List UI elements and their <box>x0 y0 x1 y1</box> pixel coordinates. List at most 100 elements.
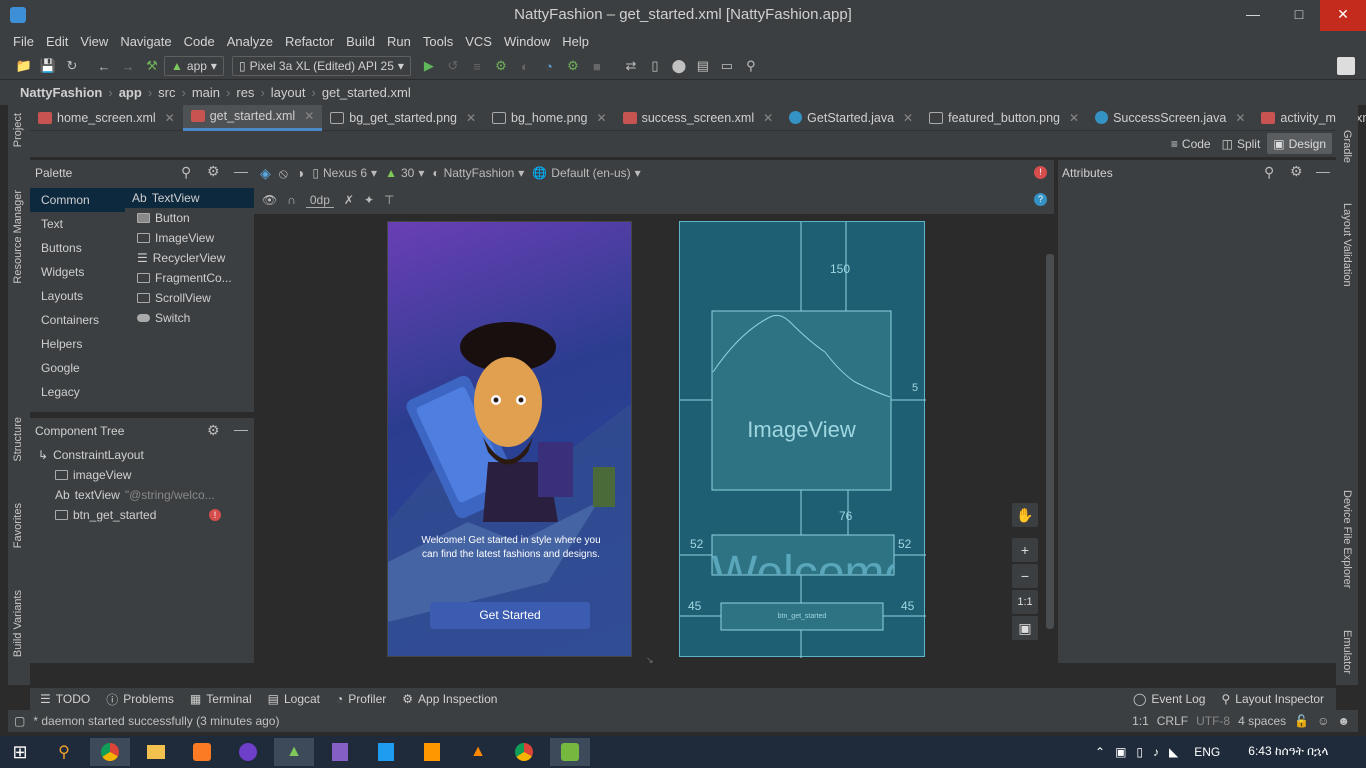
chrome-alt-icon[interactable] <box>504 738 544 766</box>
palette-widget-imageview[interactable]: ImageView <box>125 228 254 248</box>
theme-dropdown[interactable]: ◐ NattyFashion ▾ <box>432 166 524 180</box>
visual-studio-icon[interactable] <box>320 738 360 766</box>
forward-arrow-icon[interactable]: → <box>117 55 139 77</box>
search-icon[interactable]: ⚲ <box>181 164 191 181</box>
palette-widget-scrollview[interactable]: ScrollView <box>125 288 254 308</box>
sync-icon[interactable]: ↻ <box>61 55 83 77</box>
default-margin-field[interactable]: 0dp <box>305 193 334 208</box>
toggle-tool-windows-icon[interactable]: ▢ <box>14 714 25 728</box>
minimize-panel-icon[interactable]: — <box>234 163 248 179</box>
menu-analyze[interactable]: Analyze <box>221 31 279 53</box>
blueprint-view[interactable]: 150 5 ImageView 76 52 52 Welcome 45 45 b… <box>679 221 926 658</box>
help-icon[interactable]: ? <box>1034 193 1047 206</box>
clear-constraints-icon[interactable]: ✗ <box>344 193 354 207</box>
palette-widget-switch[interactable]: Switch <box>125 308 254 328</box>
todo-tool-button[interactable]: ☰ TODO <box>40 692 90 706</box>
breadcrumb-src[interactable]: src <box>155 85 178 100</box>
palette-category-buttons[interactable]: Buttons <box>30 236 125 260</box>
close-tab-icon[interactable]: ✕ <box>165 111 175 125</box>
language-indicator[interactable]: ENG <box>1194 745 1220 759</box>
close-tab-icon[interactable]: ✕ <box>597 111 607 125</box>
search-icon[interactable]: ⚲ <box>740 55 762 77</box>
tab-getstarted-java[interactable]: GetStarted.java ✕ <box>781 105 921 131</box>
attach-debugger-icon[interactable]: ⚙ <box>562 55 584 77</box>
orientation-icon[interactable]: ⦸ <box>279 165 288 182</box>
palette-category-helpers[interactable]: Helpers <box>30 332 125 356</box>
tree-item-textview[interactable]: Ab textView "@string/welco... <box>55 485 215 505</box>
avd-manager-icon[interactable]: ▯ <box>644 55 666 77</box>
apply-changes-icon[interactable]: ≡ <box>466 55 488 77</box>
palette-category-containers[interactable]: Containers <box>30 308 125 332</box>
emulator-tool-tab[interactable]: Emulator <box>1341 630 1353 674</box>
menu-window[interactable]: Window <box>498 31 556 53</box>
xampp-icon[interactable] <box>182 738 222 766</box>
clock[interactable]: 6:43 ከሰዓት በኋላ <box>1248 744 1328 759</box>
volume-icon[interactable]: ♪ <box>1153 745 1159 759</box>
pan-hand-icon[interactable]: ✋ <box>1012 503 1038 527</box>
close-tab-icon[interactable]: ✕ <box>466 111 476 125</box>
caret-position[interactable]: 1:1 <box>1132 714 1149 728</box>
tree-item-constraintlayout[interactable]: ↳ ConstraintLayout <box>38 445 144 465</box>
menu-view[interactable]: View <box>74 31 114 53</box>
minimize-icon[interactable]: — <box>1230 0 1276 31</box>
stop-icon[interactable]: ■ <box>586 55 608 77</box>
close-tab-icon[interactable]: ✕ <box>903 111 913 125</box>
layout-validation-tool-tab[interactable]: Layout Validation <box>1341 203 1353 287</box>
close-tab-icon[interactable]: ✕ <box>304 109 314 123</box>
eye-icon[interactable]: 👁 <box>262 193 277 207</box>
minimize-panel-icon[interactable]: — <box>1316 163 1330 179</box>
breadcrumb-app[interactable]: app <box>116 85 145 100</box>
lock-icon[interactable]: 🔓 <box>1294 714 1309 728</box>
device-manager-icon[interactable]: ▭ <box>716 55 738 77</box>
menu-file[interactable]: File <box>7 31 40 53</box>
sdk-manager-icon[interactable]: ⬤ <box>668 55 690 77</box>
rerun-icon[interactable]: ↺ <box>442 55 464 77</box>
palette-category-google[interactable]: Google <box>30 356 125 380</box>
event-log-tool-button[interactable]: ◯ Event Log <box>1133 692 1205 706</box>
minimize-panel-icon[interactable]: — <box>234 421 248 437</box>
device-file-explorer-tool-tab[interactable]: Device File Explorer <box>1341 490 1353 588</box>
coverage-icon[interactable]: ◐ <box>514 55 536 77</box>
menu-help[interactable]: Help <box>556 31 595 53</box>
save-icon[interactable]: 💾 <box>37 55 59 77</box>
network-icon[interactable]: ▣ <box>1115 745 1126 759</box>
file-encoding[interactable]: UTF-8 <box>1196 714 1230 728</box>
gear-icon[interactable]: ⚙ <box>1290 163 1303 180</box>
palette-widget-textview[interactable]: Ab TextView <box>125 188 254 208</box>
resource-manager-tool-tab[interactable]: Resource Manager <box>12 190 24 284</box>
breadcrumb-project[interactable]: NattyFashion <box>17 85 105 100</box>
canvas-scrollbar[interactable] <box>1046 254 1054 629</box>
structure-tool-tab[interactable]: Structure <box>12 417 24 462</box>
layout-inspector-tool-button[interactable]: ⚲ Layout Inspector <box>1221 692 1336 706</box>
utorrent-icon[interactable] <box>550 738 590 766</box>
run-config-dropdown[interactable]: ▲ app ▾ <box>164 56 224 76</box>
debug-icon[interactable]: ⚙ <box>490 55 512 77</box>
gradle-sync-icon[interactable]: ⇄ <box>620 55 642 77</box>
close-tab-icon[interactable]: ✕ <box>763 111 773 125</box>
maximize-icon[interactable]: □ <box>1276 0 1322 31</box>
split-view-button[interactable]: ◫ Split <box>1218 133 1265 154</box>
gradle-tool-tab[interactable]: Gradle <box>1341 130 1353 163</box>
zoom-in-icon[interactable]: + <box>1012 538 1038 562</box>
menu-build[interactable]: Build <box>340 31 381 53</box>
indent-setting[interactable]: 4 spaces <box>1238 714 1286 728</box>
infer-constraints-icon[interactable]: ✦ <box>364 193 374 207</box>
tab-successscreen-java[interactable]: SuccessScreen.java ✕ <box>1087 105 1253 131</box>
run-icon[interactable]: ▶ <box>418 55 440 77</box>
zoom-out-icon[interactable]: − <box>1012 564 1038 588</box>
design-preview[interactable]: Welcome! Get started in style where you … <box>387 221 632 657</box>
search-icon[interactable]: ⚲ <box>44 738 84 766</box>
project-structure-icon[interactable]: ▤ <box>692 55 714 77</box>
profiler-tool-button[interactable]: ◔ Profiler <box>336 692 386 706</box>
close-window-icon[interactable]: ✕ <box>1320 0 1366 31</box>
device-dropdown[interactable]: ▯ Pixel 3a XL (Edited) API 25 ▾ <box>231 56 411 76</box>
breadcrumb-res[interactable]: res <box>233 85 257 100</box>
api-level-dropdown[interactable]: ▲ 30 ▾ <box>385 166 424 180</box>
smiley-icon[interactable]: ☺ <box>1317 714 1329 728</box>
error-icon[interactable]: ! <box>1034 166 1047 179</box>
project-tool-tab[interactable]: Project <box>12 113 24 147</box>
palette-widget-button[interactable]: Button <box>125 208 254 228</box>
close-tab-icon[interactable]: ✕ <box>1235 111 1245 125</box>
vlc-icon[interactable]: ▲ <box>458 738 498 766</box>
wifi-icon[interactable]: ◣ <box>1169 745 1178 759</box>
